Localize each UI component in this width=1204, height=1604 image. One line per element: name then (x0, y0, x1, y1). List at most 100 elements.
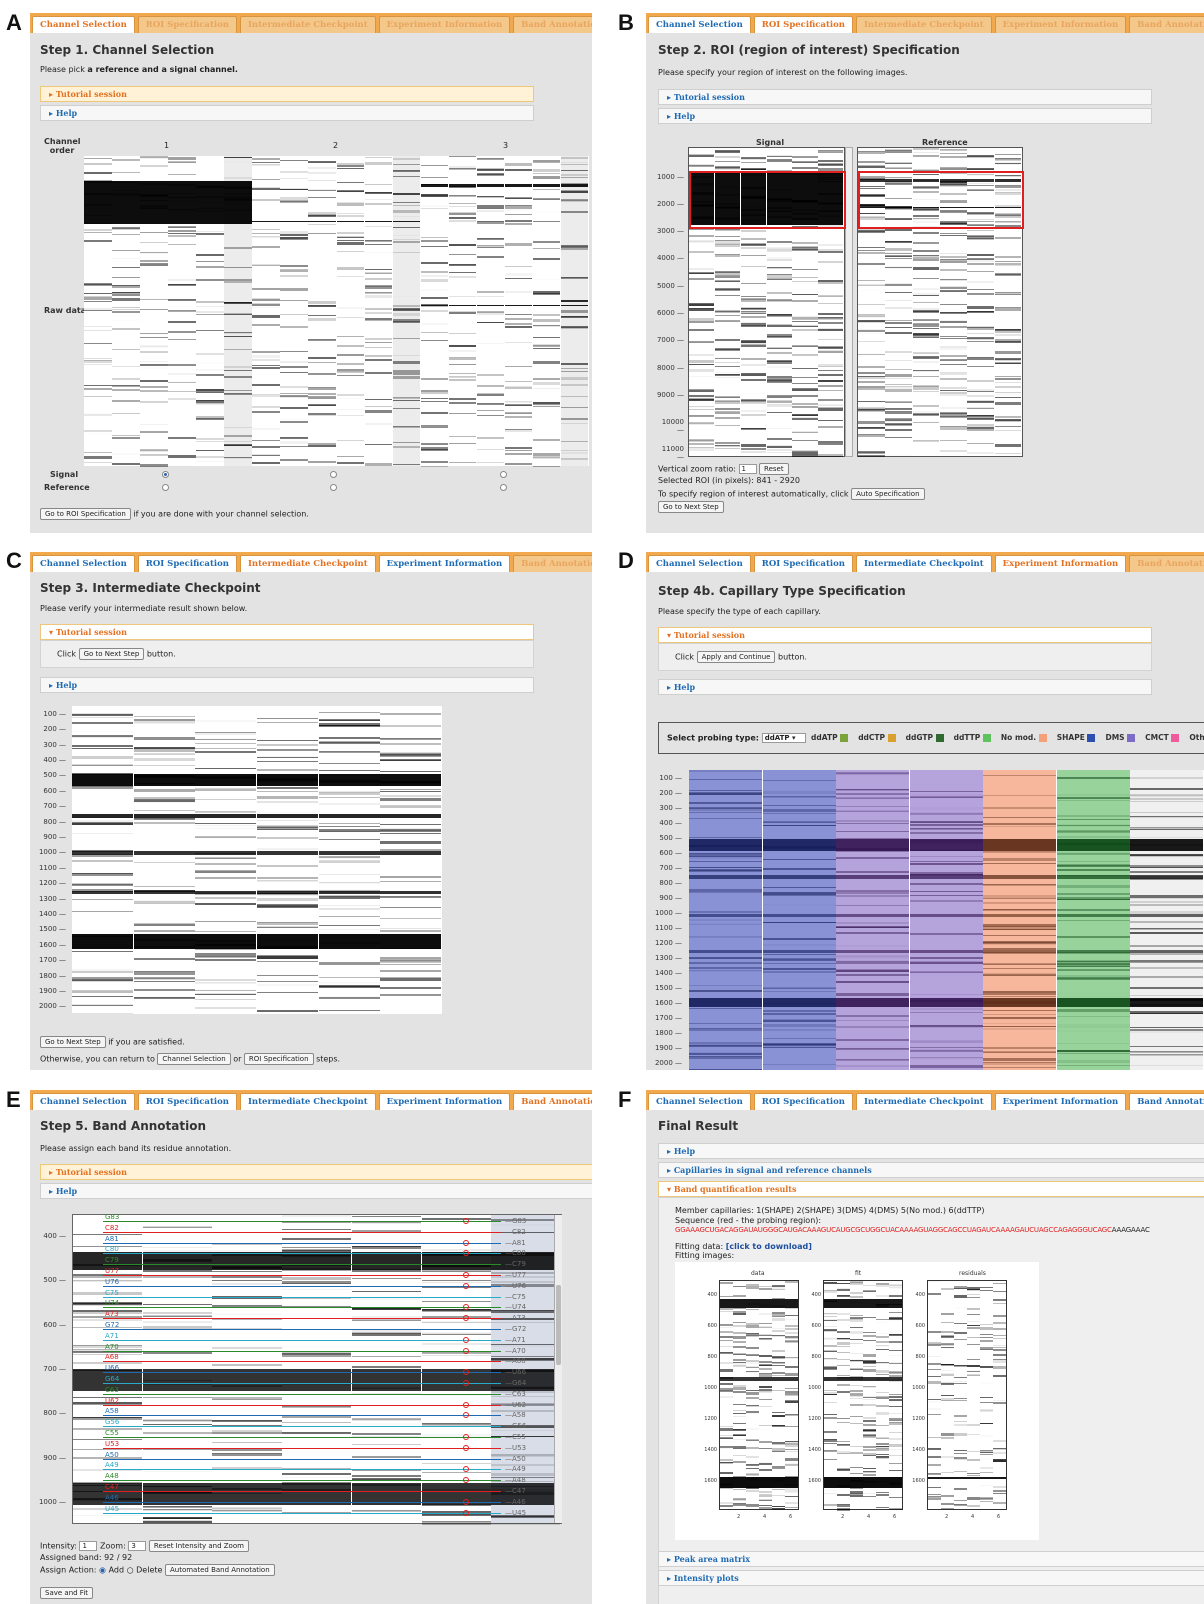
annotation-line[interactable] (103, 1318, 501, 1320)
annotation-line[interactable] (103, 1264, 501, 1266)
tab-channel-selection[interactable]: Channel Selection (648, 1093, 751, 1110)
annotation-line[interactable] (103, 1242, 501, 1244)
tab-band-annotation[interactable]: Band Annotation (1129, 555, 1204, 572)
annotation-line[interactable] (103, 1275, 501, 1276)
tutorial-accordion[interactable]: ▸ Tutorial session (40, 86, 534, 102)
annotation-line[interactable] (103, 1415, 501, 1417)
band-marker[interactable] (463, 1239, 469, 1246)
roi-rectangle-signal[interactable] (689, 171, 846, 229)
annotation-line[interactable] (103, 1512, 501, 1514)
annotation-line[interactable] (103, 1221, 501, 1222)
help-accordion[interactable]: ▸ Help (40, 1183, 592, 1199)
roi-rectangle-reference[interactable] (858, 171, 1024, 229)
tab-intermediate-checkpoint[interactable]: Intermediate Checkpoint (855, 555, 992, 572)
annotation-line[interactable] (103, 1393, 501, 1395)
tab-band-annotation[interactable]: Band Annotation (513, 16, 592, 33)
legend-item[interactable]: CMCT (1145, 733, 1180, 742)
band-marker[interactable] (463, 1434, 469, 1440)
annotation-line[interactable] (103, 1307, 501, 1309)
annotation-line[interactable] (103, 1350, 501, 1352)
annotation-line[interactable] (103, 1426, 501, 1428)
tab-band-annotation[interactable]: Band Annotation (1129, 1093, 1204, 1110)
tab-intermediate-checkpoint[interactable]: Intermediate Checkpoint (239, 555, 376, 572)
band-marker[interactable] (463, 1380, 469, 1386)
legend-item[interactable]: DMS (1105, 733, 1136, 742)
band-marker[interactable] (463, 1272, 469, 1278)
annotation-line[interactable] (103, 1491, 501, 1492)
peak-area-accordion[interactable]: ▸ Peak area matrix (658, 1551, 1204, 1567)
zoom-input[interactable]: 1 (738, 464, 757, 474)
annotation-line[interactable] (103, 1339, 501, 1341)
zoom-input[interactable]: 3 (128, 1541, 147, 1551)
annotation-line[interactable] (103, 1458, 501, 1460)
annotation-line[interactable] (103, 1501, 501, 1503)
tab-experiment-information[interactable]: Experiment Information (378, 555, 511, 572)
tab-intermediate-checkpoint[interactable]: Intermediate Checkpoint (855, 1093, 992, 1110)
intensity-plots-accordion[interactable]: ▸ Intensity plots (658, 1570, 1204, 1586)
legend-item[interactable]: Oth (1189, 733, 1204, 742)
signal-radio-3[interactable] (500, 471, 507, 478)
help-accordion[interactable]: ▸ Help (658, 679, 1152, 695)
tab-roi-specification[interactable]: ROI Specification (753, 16, 853, 33)
tab-experiment-information[interactable]: Experiment Information (378, 16, 511, 33)
tab-band-annotation[interactable]: Band Annotation (513, 1093, 592, 1110)
delete-radio[interactable]: ○ (127, 1566, 134, 1575)
tutorial-apply-button[interactable]: Apply and Continue (696, 651, 776, 663)
annotation-line[interactable] (103, 1437, 501, 1438)
band-marker[interactable] (463, 1336, 469, 1343)
help-accordion[interactable]: ▸ Help (40, 105, 534, 121)
annotation-line[interactable] (103, 1231, 501, 1233)
add-radio[interactable]: ◉ (99, 1566, 106, 1575)
roi-specification-button[interactable]: ROI Specification (243, 1053, 314, 1065)
legend-item[interactable]: ddATP (811, 733, 849, 742)
tutorial-accordion[interactable]: ▸ Tutorial session (658, 89, 1152, 105)
annotation-line[interactable] (103, 1372, 501, 1374)
capillaries-accordion[interactable]: ▸ Capillaries in signal and reference ch… (658, 1162, 1204, 1178)
legend-item[interactable]: No mod. (1001, 733, 1047, 742)
automated-band-annotation-button[interactable]: Automated Band Annotation (164, 1564, 275, 1576)
help-accordion[interactable]: ▸ Help (658, 108, 1152, 124)
tab-channel-selection[interactable]: Channel Selection (648, 555, 751, 572)
annotation-line[interactable] (103, 1296, 501, 1298)
help-accordion[interactable]: ▸ Help (658, 1143, 1204, 1159)
annotation-line[interactable] (103, 1253, 501, 1255)
tab-intermediate-checkpoint[interactable]: Intermediate Checkpoint (239, 16, 376, 33)
annotation-line[interactable] (103, 1469, 501, 1471)
band-marker[interactable] (463, 1498, 469, 1505)
reference-radio-2[interactable] (330, 484, 337, 491)
tab-roi-specification[interactable]: ROI Specification (753, 1093, 853, 1110)
tutorial-accordion[interactable]: ▾ Tutorial session (658, 627, 1152, 643)
band-annotation-image[interactable]: G83 —G83 C82 —C82 A81 —A81 C80 —C80 C79 —C79 U77 —U… (72, 1213, 562, 1525)
band-marker[interactable] (463, 1218, 469, 1224)
goto-roi-button[interactable]: Go to ROI Specification (40, 508, 131, 520)
channel-selection-button[interactable]: Channel Selection (157, 1053, 231, 1065)
tab-experiment-information[interactable]: Experiment Information (994, 1093, 1127, 1110)
reference-radio-3[interactable] (500, 484, 507, 491)
reset-button[interactable]: Reset (759, 463, 789, 475)
tab-intermediate-checkpoint[interactable]: Intermediate Checkpoint (239, 1093, 376, 1110)
intensity-input[interactable]: 1 (79, 1541, 98, 1551)
annotation-scrollbar[interactable] (554, 1215, 562, 1523)
tab-experiment-information[interactable]: Experiment Information (994, 555, 1127, 572)
tab-channel-selection[interactable]: Channel Selection (32, 16, 135, 33)
reset-intensity-zoom-button[interactable]: Reset Intensity and Zoom (148, 1540, 249, 1552)
tutorial-accordion[interactable]: ▸ Tutorial session (40, 1164, 592, 1180)
legend-item[interactable]: ddCTP (858, 733, 896, 742)
annotation-line[interactable] (103, 1329, 501, 1330)
band-marker[interactable] (463, 1347, 469, 1354)
annotation-line[interactable] (103, 1404, 501, 1406)
tab-roi-specification[interactable]: ROI Specification (137, 555, 237, 572)
tab-experiment-information[interactable]: Experiment Information (378, 1093, 511, 1110)
tab-roi-specification[interactable]: ROI Specification (137, 1093, 237, 1110)
tab-band-annotation[interactable]: Band Annotation (513, 555, 592, 572)
annotation-line[interactable] (103, 1480, 501, 1482)
capillary-image[interactable] (689, 770, 1204, 1070)
signal-radio-2[interactable] (330, 471, 337, 478)
tab-channel-selection[interactable]: Channel Selection (648, 16, 751, 33)
tutorial-accordion[interactable]: ▾ Tutorial session (40, 624, 534, 640)
annotation-line[interactable] (103, 1383, 501, 1384)
help-accordion[interactable]: ▸ Help (40, 677, 534, 693)
tab-channel-selection[interactable]: Channel Selection (32, 1093, 135, 1110)
legend-item[interactable]: ddGTP (906, 733, 944, 742)
band-marker[interactable] (463, 1401, 469, 1408)
